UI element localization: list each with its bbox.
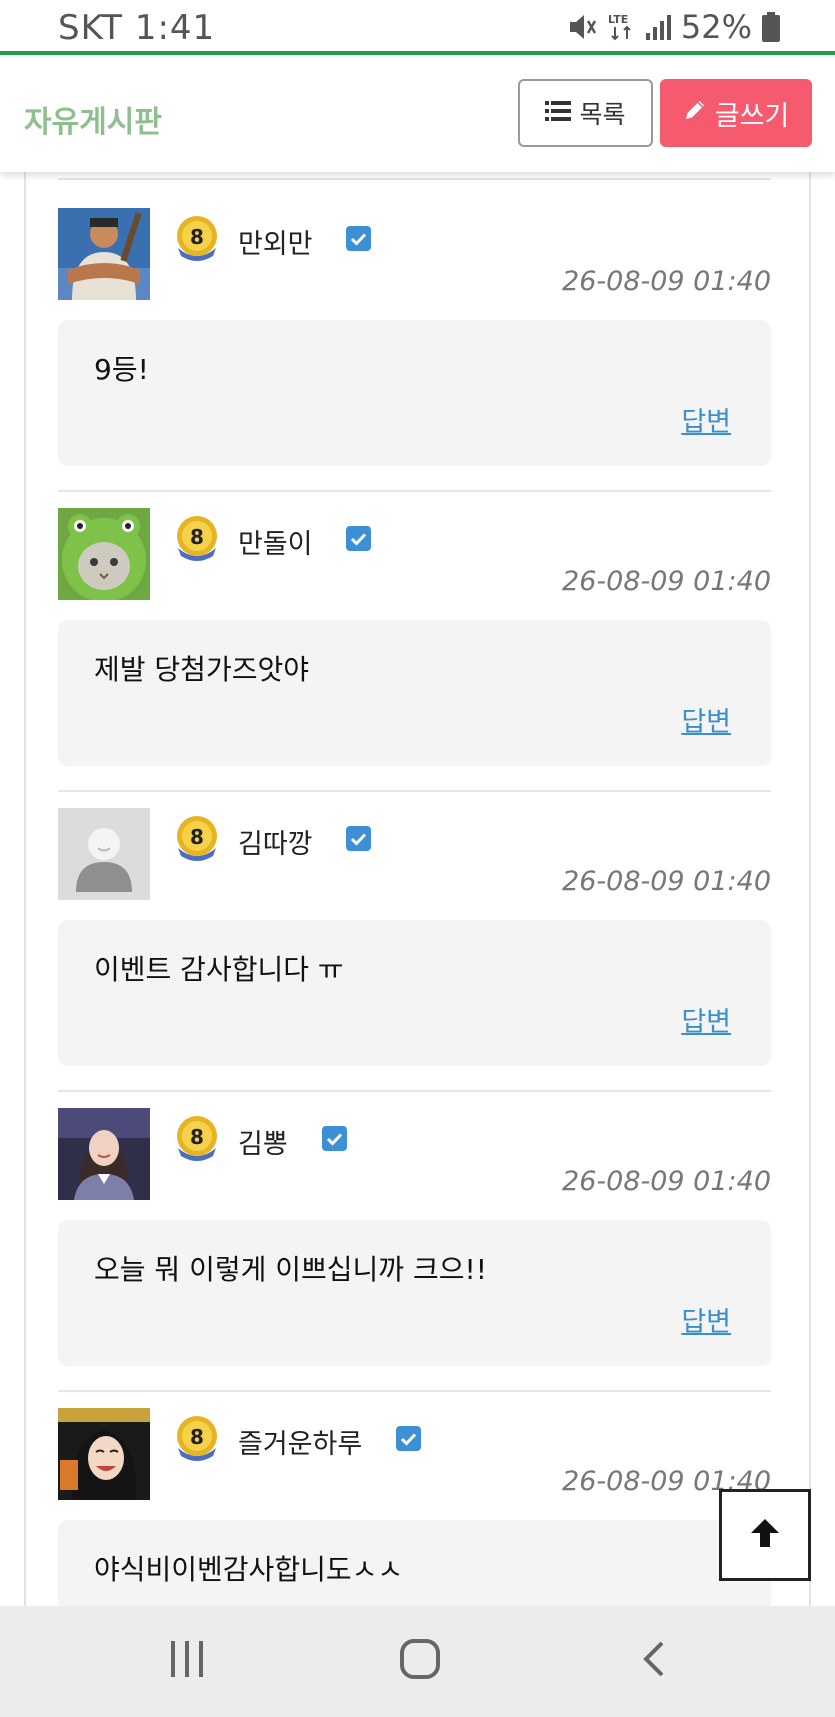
level-badge-icon: 8 bbox=[172, 1112, 222, 1164]
comment-timestamp: 26-08-09 01:40 bbox=[562, 566, 771, 597]
level-badge-icon: 8 bbox=[172, 812, 222, 864]
svg-text:8: 8 bbox=[190, 1125, 204, 1149]
comment-timestamp: 26-08-09 01:40 bbox=[562, 1166, 771, 1197]
comment-bubble: 제발 당첨가즈앗야 답변 bbox=[58, 620, 771, 766]
verified-check-icon bbox=[322, 1126, 347, 1151]
lte-icon: LTE bbox=[607, 11, 635, 43]
comment-text: 제발 당첨가즈앗야 bbox=[94, 653, 309, 686]
mute-icon bbox=[567, 12, 597, 42]
comment-list: 8 만외만 26-08-09 01:40 9등! 답변 8 만돌이 26-08-… bbox=[24, 172, 811, 1606]
comment-item: 8 만외만 26-08-09 01:40 9등! 답변 bbox=[58, 208, 771, 508]
svg-text:8: 8 bbox=[190, 525, 204, 549]
status-icons: LTE 52% bbox=[567, 8, 780, 46]
comment-item: 8 즐거운하루 26-08-09 01:40 야식비이벤감사합니도ㅅㅅ 답변 bbox=[58, 1408, 771, 1606]
write-button-label: 글쓰기 bbox=[714, 100, 790, 132]
verified-check-icon bbox=[396, 1426, 421, 1451]
comment-text: 이벤트 감사합니다 ㅠ bbox=[94, 953, 344, 986]
comment-bubble: 9등! 답변 bbox=[58, 320, 771, 466]
divider bbox=[58, 1090, 771, 1092]
username[interactable]: 즐거운하루 bbox=[238, 1422, 362, 1461]
carrier-time: SKT 1:41 bbox=[58, 8, 216, 48]
verified-check-icon bbox=[346, 826, 371, 851]
comment-item: 8 김뽕 26-08-09 01:40 오늘 뭐 이렇게 이쁘십니까 크으!! … bbox=[58, 1108, 771, 1408]
scroll-top-button[interactable] bbox=[719, 1489, 811, 1581]
avatar[interactable] bbox=[58, 508, 150, 600]
divider bbox=[58, 490, 771, 492]
comment-text: 오늘 뭐 이렇게 이쁘십니까 크으!! bbox=[94, 1253, 487, 1286]
board-header: 자유게시판 목록 글쓰기 bbox=[0, 59, 835, 172]
battery-percent: 52% bbox=[680, 8, 752, 46]
comment-bubble: 야식비이벤감사합니도ㅅㅅ 답변 bbox=[58, 1520, 771, 1606]
signal-icon bbox=[645, 13, 671, 41]
comment-timestamp: 26-08-09 01:40 bbox=[562, 266, 771, 297]
write-button[interactable]: 글쓰기 bbox=[660, 79, 812, 147]
pencil-icon bbox=[683, 98, 707, 129]
home-button[interactable] bbox=[390, 1636, 450, 1686]
avatar[interactable] bbox=[58, 808, 150, 900]
divider bbox=[58, 1390, 771, 1392]
svg-text:8: 8 bbox=[190, 225, 204, 249]
verified-check-icon bbox=[346, 526, 371, 551]
battery-icon bbox=[762, 12, 780, 42]
reply-link[interactable]: 답변 bbox=[681, 1300, 731, 1339]
recent-apps-icon bbox=[169, 1639, 205, 1683]
avatar[interactable] bbox=[58, 208, 150, 300]
status-bar: SKT 1:41 LTE 52% bbox=[0, 0, 835, 55]
android-nav-bar bbox=[0, 1606, 835, 1717]
list-icon bbox=[545, 99, 572, 128]
comment-text: 9등! bbox=[94, 353, 149, 386]
reply-link[interactable]: 답변 bbox=[681, 400, 731, 439]
avatar[interactable] bbox=[58, 1108, 150, 1200]
recent-apps-button[interactable] bbox=[157, 1636, 217, 1686]
back-icon bbox=[640, 1639, 668, 1683]
divider bbox=[58, 790, 771, 792]
comment-item: 8 만돌이 26-08-09 01:40 제발 당첨가즈앗야 답변 bbox=[58, 508, 771, 808]
comment-bubble: 이벤트 감사합니다 ㅠ 답변 bbox=[58, 920, 771, 1066]
level-badge-icon: 8 bbox=[172, 512, 222, 564]
verified-check-icon bbox=[346, 226, 371, 251]
svg-text:8: 8 bbox=[190, 1425, 204, 1449]
comment-item: 8 김따깡 26-08-09 01:40 이벤트 감사합니다 ㅠ 답변 bbox=[58, 808, 771, 1108]
reply-link[interactable]: 답변 bbox=[681, 1000, 731, 1039]
username[interactable]: 김뽕 bbox=[238, 1122, 288, 1161]
comment-text: 야식비이벤감사합니도ㅅㅅ bbox=[94, 1553, 404, 1586]
level-badge-icon: 8 bbox=[172, 1412, 222, 1464]
board-title[interactable]: 자유게시판 bbox=[24, 97, 162, 141]
list-button-label: 목록 bbox=[579, 100, 626, 129]
username[interactable]: 김따깡 bbox=[238, 822, 313, 861]
back-button[interactable] bbox=[624, 1636, 684, 1686]
comment-bubble: 오늘 뭐 이렇게 이쁘십니까 크으!! 답변 bbox=[58, 1220, 771, 1366]
reply-link[interactable]: 답변 bbox=[681, 700, 731, 739]
avatar[interactable] bbox=[58, 1408, 150, 1500]
comment-timestamp: 26-08-09 01:40 bbox=[562, 866, 771, 897]
svg-text:LTE: LTE bbox=[608, 13, 628, 26]
list-button[interactable]: 목록 bbox=[518, 79, 653, 147]
level-badge-icon: 8 bbox=[172, 212, 222, 264]
username[interactable]: 만외만 bbox=[238, 222, 313, 261]
svg-text:8: 8 bbox=[190, 825, 204, 849]
home-icon bbox=[399, 1638, 441, 1684]
username[interactable]: 만돌이 bbox=[238, 522, 313, 561]
arrow-up-icon bbox=[747, 1515, 783, 1555]
divider bbox=[58, 178, 771, 180]
